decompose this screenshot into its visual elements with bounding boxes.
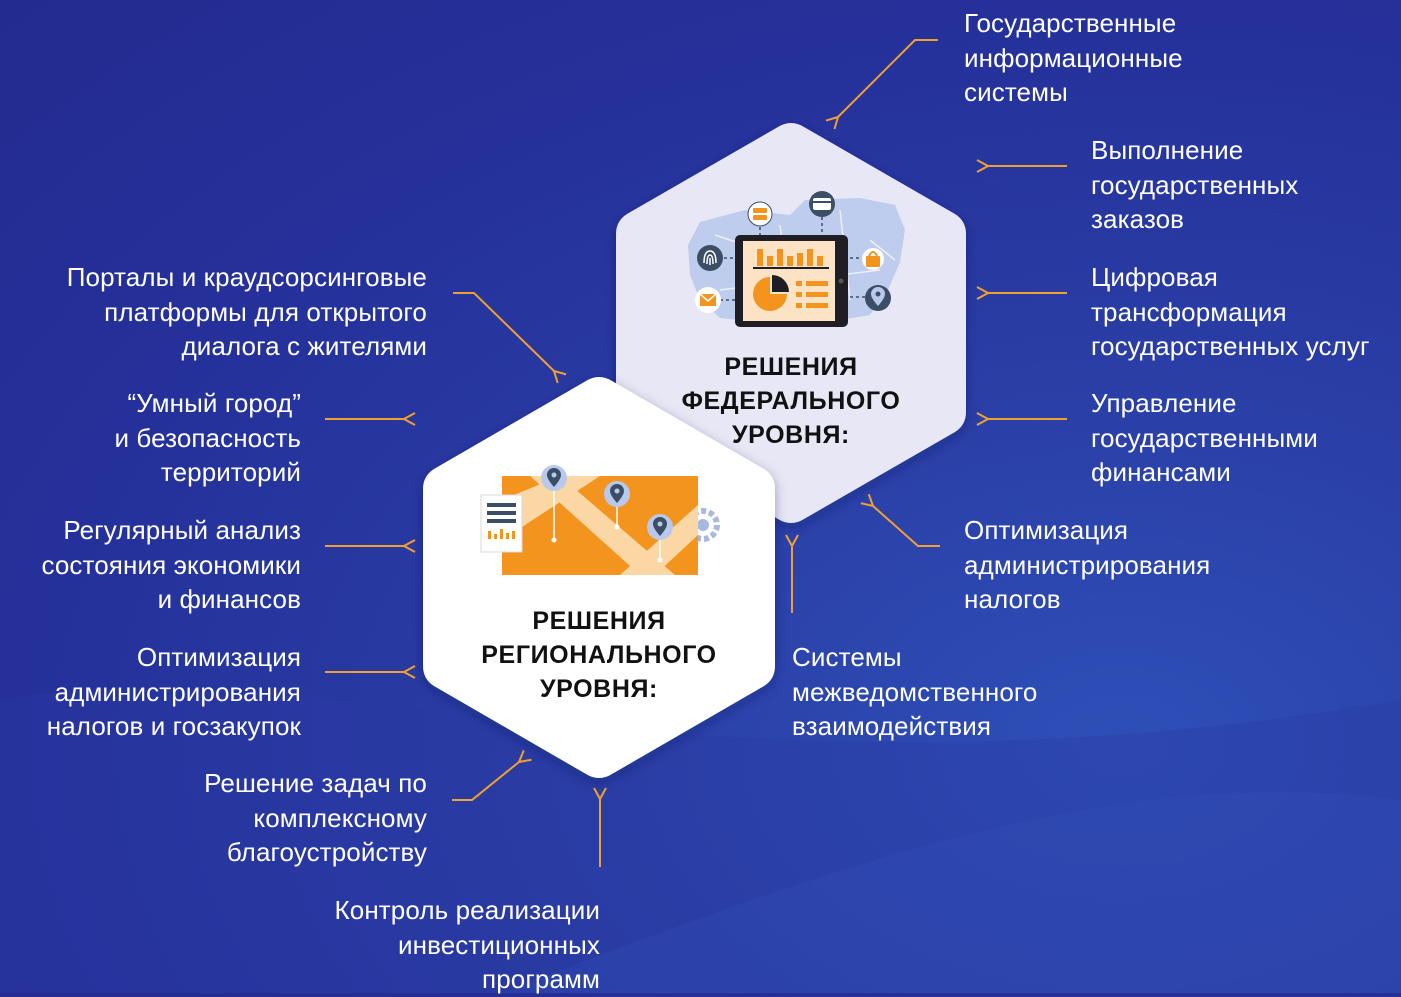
label-improvement: Решение задач по комплексному благоустро… bbox=[204, 768, 427, 867]
arrow-improvement bbox=[452, 762, 519, 801]
label-smart-city: “Умный город” и безопасность территорий bbox=[114, 388, 301, 487]
label-digital: Цифровая трансформация государственных у… bbox=[1091, 262, 1370, 361]
label-orders: Выполнение государственных заказов bbox=[1091, 135, 1299, 234]
label-tax-reg: Оптимизация администрирования налогов и … bbox=[46, 642, 301, 741]
arrow-portals bbox=[453, 292, 554, 371]
label-finance: Управление государственными финансами bbox=[1091, 388, 1318, 487]
federal-title: РЕШЕНИЯ ФЕДЕРАЛЬНОГО УРОВНЯ: bbox=[681, 353, 901, 449]
label-portals: Порталы и краудсорсинговые платформы для… bbox=[66, 262, 427, 361]
label-interagency: Системы межведомственного взаимодействия bbox=[792, 642, 1038, 741]
label-gis: Государственные информационные системы bbox=[964, 8, 1183, 107]
arrow-tax-fed bbox=[873, 506, 940, 547]
regional-title: РЕШЕНИЯ РЕГИОНАЛЬНОГО УРОВНЯ: bbox=[481, 607, 717, 703]
arrow-gis bbox=[838, 39, 938, 117]
label-tax-fed: Оптимизация администрирования налогов bbox=[964, 515, 1211, 614]
label-investment: Контроль реализации инвестиционных прогр… bbox=[334, 895, 600, 994]
label-economy: Регулярный анализ состояния экономики и … bbox=[41, 515, 301, 614]
